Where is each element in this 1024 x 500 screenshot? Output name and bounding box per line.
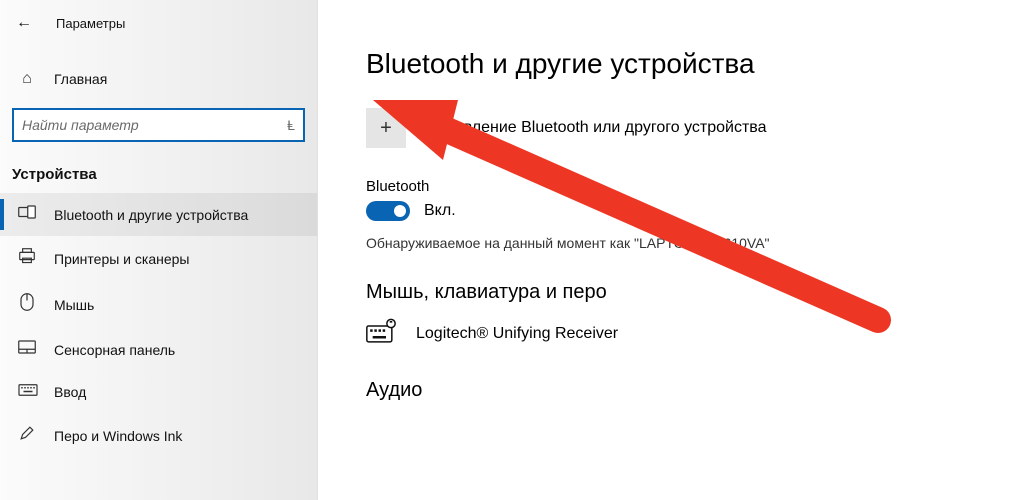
bluetooth-toggle-state: Вкл. [424, 202, 456, 220]
home-icon: ⌂ [18, 70, 36, 88]
bluetooth-toggle[interactable] [366, 201, 410, 221]
sidebar-item-label: Перо и Windows Ink [54, 428, 182, 444]
sidebar: ← Параметры ⌂ Главная Ⱡ Устройства Bluet… [0, 0, 318, 500]
sidebar-item-typing[interactable]: Ввод [0, 371, 317, 413]
sidebar-item-bluetooth[interactable]: Bluetooth и другие устройства [0, 193, 317, 236]
bluetooth-label: Bluetooth [366, 178, 1024, 195]
category-header: Устройства [0, 158, 317, 193]
pen-icon [18, 425, 36, 446]
touchpad-icon [18, 340, 36, 359]
nav-home[interactable]: ⌂ Главная [0, 60, 317, 98]
app-title: Параметры [56, 16, 125, 31]
sidebar-item-label: Мышь [54, 297, 94, 313]
add-device-row[interactable]: + Добавление Bluetooth или другого устро… [366, 108, 1024, 148]
sidebar-item-label: Сенсорная панель [54, 342, 175, 358]
sidebar-item-printers[interactable]: Принтеры и сканеры [0, 236, 317, 281]
mouse-section-heading: Мышь, клавиатура и перо [366, 281, 1024, 304]
search-icon: Ⱡ [287, 117, 295, 133]
main-content: Bluetooth и другие устройства + Добавлен… [318, 0, 1024, 500]
sidebar-item-touchpad[interactable]: Сенсорная панель [0, 328, 317, 371]
sidebar-item-label: Принтеры и сканеры [54, 251, 189, 267]
discoverable-text: Обнаруживаемое на данный момент как "LAP… [366, 235, 1024, 251]
sidebar-item-pen[interactable]: Перо и Windows Ink [0, 413, 317, 458]
sidebar-item-label: Ввод [54, 384, 86, 400]
page-title: Bluetooth и другие устройства [366, 48, 1024, 80]
search-input[interactable] [22, 117, 287, 133]
device-name: Logitech® Unifying Receiver [416, 325, 618, 343]
add-device-button[interactable]: + [366, 108, 406, 148]
sidebar-item-label: Bluetooth и другие устройства [54, 207, 248, 223]
plus-icon: + [380, 117, 392, 140]
device-row[interactable]: Logitech® Unifying Receiver [366, 318, 1024, 349]
search-box[interactable]: Ⱡ [12, 108, 305, 142]
sidebar-item-mouse[interactable]: Мышь [0, 281, 317, 328]
add-device-label: Добавление Bluetooth или другого устройс… [426, 119, 767, 137]
back-arrow-icon[interactable]: ← [16, 14, 32, 32]
audio-section-heading: Аудио [366, 379, 1024, 402]
printer-icon [18, 248, 36, 269]
keyboard-icon [18, 383, 36, 401]
mouse-icon [18, 293, 36, 316]
nav-home-label: Главная [54, 71, 107, 87]
devices-icon [18, 205, 36, 224]
keyboard-device-icon [366, 318, 396, 349]
